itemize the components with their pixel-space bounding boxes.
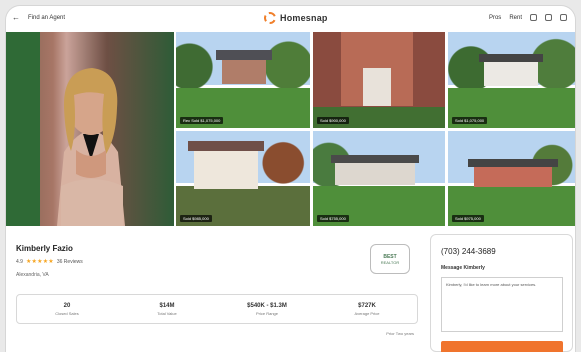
property-photo-1[interactable]: Rec Sold $1,075,000 [176,32,310,128]
brand-name: Homesnap [280,13,328,23]
property-photo-3[interactable]: Sold $1,075,000 [448,32,575,128]
stat-price-range: $540K - $1.3M Price Range [227,303,307,316]
property-photo-2[interactable]: Sold $900,000 [313,32,445,128]
message-title: Message Kimberly [441,265,485,271]
phone-number[interactable]: (703) 244-3689 [441,247,496,256]
nav-pros[interactable]: Pros [489,15,501,21]
stat-value: 20 [63,302,71,309]
sales-stats: 20 Closed Sales $14M Total Value $540K -… [16,294,418,324]
rating-value: 4.9 [16,258,23,265]
agent-photo [6,32,174,226]
menu-icon[interactable] [560,14,567,21]
stat-value: $14M [159,302,175,309]
agent-portrait-illustration [57,68,125,226]
stats-note: Prior Two years [386,331,414,336]
star-rating-icon: ★★★★★ [25,259,54,265]
stat-label: Average Price [354,310,380,316]
app-window: ← Find an Agent Homesnap Pros Rent Rec S… [6,6,575,352]
top-nav: Pros Rent [489,14,567,21]
stat-average-price: $727K Average Price [327,303,407,316]
photo-caption: Sold $985,000 [180,215,212,222]
photo-gallery[interactable]: Rec Sold $1,075,000 Sold $900,000 Sold $… [6,32,575,226]
badge-bottom-text: REALTOR [380,259,400,265]
agent-badge: BEST REALTOR [370,244,410,274]
property-photo-4[interactable]: Sold $985,000 [176,131,310,226]
photo-caption: Rec Sold $1,075,000 [180,117,224,124]
stat-total-value: $14M Total Value [127,303,207,316]
reviews-link[interactable]: 36 Reviews [57,259,83,265]
message-textarea[interactable]: Kimberly, I'd like to learn more about y… [441,277,563,332]
account-icon[interactable] [545,14,552,21]
stat-value: $727K [358,302,376,309]
back-arrow-icon[interactable]: ← [12,14,20,22]
message-icon[interactable] [530,14,537,21]
find-agent-link[interactable]: Find an Agent [28,15,65,21]
rating-row: 4.9 ★★★★★ 36 Reviews [16,258,83,266]
logo-sun-icon [264,12,276,24]
agent-profile: Kimberly Fazio 4.9 ★★★★★ 36 Reviews Alex… [16,232,418,352]
stat-label: Total Value [157,310,177,316]
property-photo-6[interactable]: Sold $975,000 [448,131,575,226]
contact-card: (703) 244-3689 Message Kimberly Kimberly… [430,234,573,352]
stat-value: $540K - $1.3M [247,302,287,309]
stat-label: Price Range [255,310,278,316]
top-bar: ← Find an Agent Homesnap Pros Rent [6,6,575,32]
stat-closed-sales: 20 Closed Sales [27,303,107,316]
brand-logo[interactable]: Homesnap [264,12,328,24]
send-message-button[interactable] [441,341,563,352]
photo-caption: Sold $1,075,000 [452,117,488,124]
nav-rent[interactable]: Rent [509,15,522,21]
agent-name: Kimberly Fazio [16,244,73,253]
agent-location: Alexandria, VA [16,272,49,278]
photo-caption: Sold $975,000 [452,215,484,222]
property-photo-5[interactable]: Sold $755,000 [313,131,445,226]
stat-label: Closed Sales [55,310,79,316]
photo-caption: Sold $755,000 [317,215,349,222]
photo-caption: Sold $900,000 [317,117,349,124]
